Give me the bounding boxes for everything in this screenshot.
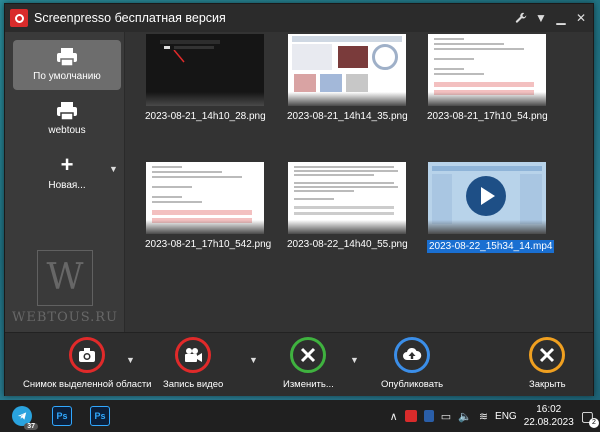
thumbnail-filename: 2023-08-21_14h14_35.png	[287, 111, 408, 122]
clock[interactable]: 16:02 22.08.2023	[524, 403, 574, 429]
chevron-down-icon[interactable]: ▼	[109, 164, 118, 174]
watermark-logo: W WEBTOUS.RU	[12, 244, 117, 330]
gallery-item[interactable]: 2023-08-21_14h10_28.png	[145, 34, 266, 124]
screenpresso-tray-icon[interactable]	[404, 410, 417, 422]
chevron-down-icon[interactable]: ▼	[249, 355, 258, 365]
thumbnail-image	[428, 162, 546, 234]
language-indicator[interactable]: ENG	[495, 411, 517, 422]
photoshop-icon[interactable]: Ps	[90, 406, 110, 426]
wifi-icon[interactable]: ≋	[479, 410, 488, 423]
gallery-item[interactable]: 2023-08-21_17h10_542.png	[145, 162, 271, 252]
close-app-button[interactable]: Закрыть	[529, 337, 566, 390]
battery-icon[interactable]: ▭	[441, 410, 451, 423]
gallery-item-selected[interactable]: 2023-08-22_15h34_14.mp4	[427, 162, 555, 254]
record-label: Запись видео	[163, 379, 224, 390]
windows-taskbar: 37 Ps Ps ∧ ▭ 🔈 ≋ ENG 16:02 22.08.2023 ▢ 2	[0, 400, 600, 432]
gallery-item[interactable]: 2023-08-21_17h10_54.png	[427, 34, 548, 124]
unread-badge: 37	[24, 423, 38, 430]
sidebar-item-default[interactable]: По умолчанию	[13, 40, 121, 90]
play-icon	[466, 176, 506, 216]
record-video-button[interactable]: Запись видео	[163, 337, 223, 390]
watermark-text: WEBTOUS.RU	[12, 309, 119, 325]
system-tray: ∧ ▭ 🔈 ≋ ENG 16:02 22.08.2023 ▢ 2	[390, 400, 600, 432]
chevron-down-icon[interactable]: ▼	[126, 355, 135, 365]
edit-label: Изменить...	[283, 379, 334, 390]
close-icon[interactable]: ✕	[573, 10, 589, 26]
capture-gallery: 2023-08-21_14h10_28.png 2023-08-21_14h14…	[125, 32, 593, 332]
sidebar-item-label: webtous	[48, 125, 86, 136]
watermark-letter: W	[37, 249, 93, 306]
dropdown-icon[interactable]: ▼	[533, 10, 549, 26]
printer-icon	[56, 48, 78, 71]
defender-icon[interactable]	[423, 410, 434, 422]
presets-sidebar: По умолчанию webtous + Новая... ▼ W WEBT…	[5, 32, 125, 332]
printer-icon	[56, 102, 78, 125]
thumbnail-image	[146, 34, 264, 106]
thumbnail-image	[146, 162, 264, 234]
publish-label: Опубликовать	[381, 379, 444, 390]
window-title: Screenpresso бесплатная версия	[34, 11, 226, 25]
thumbnail-image	[288, 162, 406, 234]
close-x-icon	[529, 337, 566, 373]
gallery-item[interactable]: 2023-08-21_14h14_35.png	[287, 34, 408, 124]
notification-icon[interactable]: ▢ 2	[581, 408, 599, 428]
clock-date: 22.08.2023	[523, 417, 574, 428]
wrench-icon[interactable]	[513, 10, 529, 26]
video-camera-icon	[175, 337, 212, 373]
capture-label: Снимок выделенной области	[23, 379, 152, 390]
telegram-icon[interactable]: 37	[12, 406, 38, 430]
close-label: Закрыть	[529, 379, 566, 390]
thumbnail-filename: 2023-08-21_17h10_542.png	[145, 239, 272, 250]
thumbnail-filename: 2023-08-21_17h10_54.png	[427, 111, 548, 122]
thumbnail-image	[288, 34, 406, 106]
thumbnail-filename: 2023-08-21_14h10_28.png	[145, 111, 266, 122]
volume-icon[interactable]: 🔈	[458, 410, 472, 423]
edit-button[interactable]: Изменить...	[283, 337, 334, 390]
notification-count: 2	[589, 417, 599, 428]
sidebar-item-new[interactable]: + Новая...	[13, 148, 121, 198]
thumbnail-image	[428, 34, 546, 106]
plus-icon: +	[60, 151, 74, 177]
chevron-down-icon[interactable]: ▼	[350, 355, 359, 365]
sidebar-item-webtous[interactable]: webtous	[13, 94, 121, 144]
photoshop-icon[interactable]: Ps	[52, 406, 72, 426]
thumbnail-filename: 2023-08-22_15h34_14.mp4	[427, 240, 555, 253]
screenpresso-logo-icon	[10, 9, 28, 27]
title-bar[interactable]: Screenpresso бесплатная версия ▼ ▁ ✕	[5, 4, 593, 32]
chevron-up-icon[interactable]: ∧	[390, 410, 398, 423]
edit-tools-icon	[290, 337, 327, 373]
sidebar-item-label: По умолчанию	[33, 71, 101, 82]
thumbnail-filename: 2023-08-22_14h40_55.png	[287, 239, 408, 250]
clock-time: 16:02	[536, 404, 562, 415]
cloud-upload-icon	[394, 337, 431, 373]
gallery-item[interactable]: 2023-08-22_14h40_55.png	[287, 162, 408, 252]
screenpresso-window: Screenpresso бесплатная версия ▼ ▁ ✕ По …	[4, 3, 594, 396]
action-toolbar: Снимок выделенной области ▼ Запись видео…	[5, 332, 593, 396]
camera-icon	[69, 337, 106, 373]
minimize-icon[interactable]: ▁	[553, 10, 569, 26]
publish-button[interactable]: Опубликовать	[381, 337, 443, 390]
sidebar-item-label: Новая...	[48, 179, 86, 191]
